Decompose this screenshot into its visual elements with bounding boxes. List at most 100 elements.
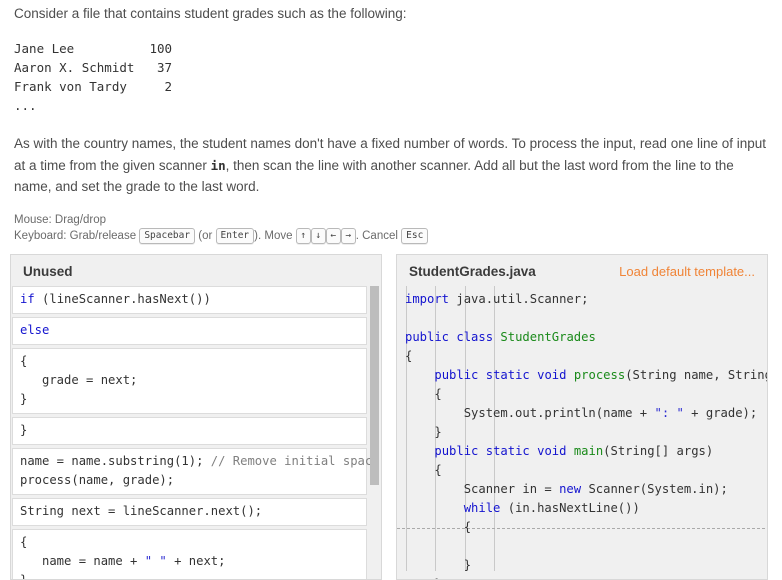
code-token: class bbox=[456, 329, 494, 344]
code-block-line: else bbox=[20, 321, 359, 340]
code-token: while bbox=[463, 500, 501, 515]
code-block-item[interactable]: } bbox=[12, 416, 367, 445]
code-panel-title: StudentGrades.java bbox=[409, 263, 536, 279]
code-token: + grade); bbox=[683, 405, 758, 420]
code-token: } bbox=[20, 572, 28, 580]
code-line: { bbox=[405, 347, 767, 366]
key-enter: Enter bbox=[215, 227, 255, 244]
page-root: Consider a file that contains student gr… bbox=[0, 0, 782, 244]
code-token: process(name, grade); bbox=[20, 472, 175, 487]
code-token: { bbox=[405, 462, 442, 477]
code-token: " " bbox=[144, 553, 167, 568]
code-line: { bbox=[405, 461, 767, 480]
code-block-item[interactable]: if (lineScanner.hasNext()) bbox=[12, 285, 367, 314]
code-token: void bbox=[537, 443, 567, 458]
intro-lead: Consider a file that contains student gr… bbox=[14, 6, 407, 21]
code-line: System.out.println(name + ": " + grade); bbox=[405, 404, 767, 423]
code-line: { bbox=[405, 518, 767, 537]
code-token: { bbox=[405, 386, 442, 401]
code-block-line: } bbox=[20, 390, 359, 409]
code-token: public bbox=[434, 443, 479, 458]
code-line: } bbox=[405, 575, 767, 579]
code-token: } bbox=[20, 422, 28, 437]
code-token: import bbox=[405, 291, 450, 306]
code-token: static bbox=[485, 443, 530, 458]
hint-cancel-period: . bbox=[355, 229, 359, 242]
code-line: } bbox=[405, 556, 767, 575]
code-token: public bbox=[405, 329, 450, 344]
code-block-line: grade = next; bbox=[20, 371, 359, 390]
code-block-line: } bbox=[20, 421, 359, 440]
unused-scrollbar-thumb[interactable] bbox=[370, 285, 379, 485]
code-block-line: if (lineScanner.hasNext()) bbox=[20, 290, 359, 309]
hint-or-close: ). bbox=[254, 229, 262, 242]
code-token: { bbox=[20, 534, 28, 549]
code-token: grade = next; bbox=[20, 372, 138, 387]
code-token: else bbox=[20, 322, 50, 337]
code-block-line: { bbox=[20, 533, 359, 552]
code-token: } bbox=[20, 391, 28, 406]
unused-block-list[interactable]: if (lineScanner.hasNext()) else { grade = … bbox=[11, 285, 381, 580]
code-line: public static void main(String[] args) bbox=[405, 442, 767, 461]
key-spacebar: Spacebar bbox=[139, 227, 196, 244]
code-token: process bbox=[573, 367, 626, 382]
code-block-line: process(name, grade); bbox=[20, 471, 359, 490]
code-token: main bbox=[573, 443, 604, 458]
code-line: ​ bbox=[405, 309, 767, 328]
code-token: } bbox=[405, 577, 441, 579]
hint-or-open: (or bbox=[198, 229, 213, 242]
code-line: import java.util.Scanner; bbox=[405, 290, 767, 309]
code-token: (in.hasNextLine()) bbox=[500, 500, 640, 515]
code-line: } bbox=[405, 423, 767, 442]
code-token: (String[] args) bbox=[603, 443, 714, 458]
code-token: name = name.substring(1); bbox=[20, 453, 211, 468]
code-token: ": " bbox=[654, 405, 684, 420]
code-block-line: String next = lineScanner.next(); bbox=[20, 502, 359, 521]
code-block-item[interactable]: name = name.substring(1); // Remove init… bbox=[12, 447, 380, 495]
code-line: { bbox=[405, 385, 767, 404]
code-drop-area[interactable]: import java.util.Scanner;​public class S… bbox=[397, 285, 767, 579]
code-block-item[interactable]: { grade = next;} bbox=[12, 347, 367, 414]
code-token: Scanner(System.in); bbox=[581, 481, 728, 496]
code-token: public bbox=[434, 367, 479, 382]
code-block-item[interactable]: else bbox=[12, 316, 367, 345]
unused-panel-title: Unused bbox=[23, 263, 73, 279]
code-block-item[interactable]: String next = lineScanner.next(); bbox=[12, 497, 367, 526]
key-arrow-right: → bbox=[340, 227, 356, 244]
hint-move: Move bbox=[264, 229, 293, 242]
key-arrow-left: ← bbox=[325, 227, 341, 244]
unused-panel-header: Unused bbox=[11, 254, 381, 286]
code-line: ​ bbox=[405, 537, 767, 556]
interaction-hints: Mouse: Drag/drop Keyboard: Grab/release … bbox=[14, 212, 768, 244]
code-token: { bbox=[405, 519, 472, 534]
hint-mouse: Mouse: Drag/drop bbox=[14, 213, 107, 226]
code-token: // Remove initial space bbox=[210, 453, 380, 468]
hint-keyboard: Keyboard: Grab/release Spacebar (or Ente… bbox=[14, 227, 768, 244]
code-content: import java.util.Scanner;​public class S… bbox=[397, 285, 767, 579]
code-token: (String name, String grade) bbox=[625, 367, 767, 382]
code-line: Scanner in = new Scanner(System.in); bbox=[405, 480, 767, 499]
code-token: name = name + bbox=[20, 553, 145, 568]
task-description: As with the country names, the student n… bbox=[14, 133, 768, 198]
key-arrow-up: ↑ bbox=[295, 227, 311, 244]
code-token: if bbox=[20, 291, 35, 306]
load-default-template-link[interactable]: Load default template... bbox=[619, 264, 755, 279]
code-token: new bbox=[559, 481, 582, 496]
hint-cancel: Cancel bbox=[362, 229, 398, 242]
key-arrow-down: ↓ bbox=[310, 227, 326, 244]
code-token: Scanner in = bbox=[405, 481, 560, 496]
code-token: System.out.println(name + bbox=[405, 405, 655, 420]
sample-data-block: Jane Lee 100 Aaron X. Schmidt 37 Frank v… bbox=[14, 41, 173, 113]
code-block-line: } bbox=[20, 571, 359, 580]
code-token: + next; bbox=[166, 553, 226, 568]
code-block-item[interactable]: { name = name + " " + next;} bbox=[12, 528, 367, 580]
key-esc: Esc bbox=[401, 227, 429, 244]
code-token: java.util.Scanner; bbox=[449, 291, 589, 306]
code-block-line: name = name.substring(1); // Remove init… bbox=[20, 452, 380, 471]
inline-code-in: in bbox=[210, 157, 226, 173]
